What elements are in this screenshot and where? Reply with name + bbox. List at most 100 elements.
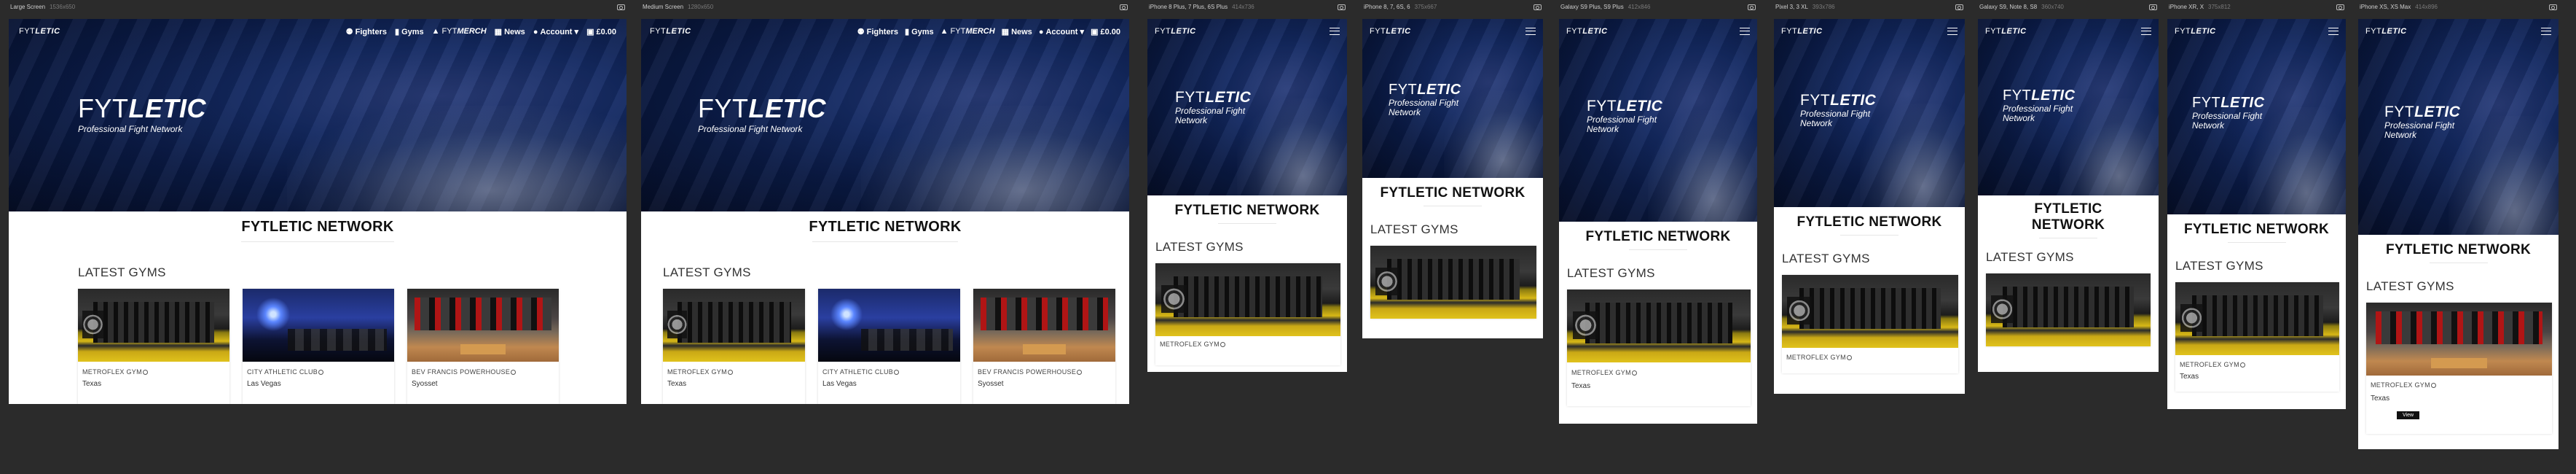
camera-icon[interactable]	[617, 4, 625, 10]
logo[interactable]: FYTLETIC	[650, 27, 691, 36]
gym-card[interactable]: METROFLEX GYM Texas	[78, 289, 229, 404]
hero-tagline: Professional Fight Network	[2003, 104, 2073, 123]
logo[interactable]: FYTLETIC	[1781, 27, 1823, 36]
frame-label: iPhone 8, 7, 6S, 6 375x667	[1364, 4, 1437, 10]
frame-label: Galaxy S9 Plus, S9 Plus 412x846	[1560, 4, 1651, 10]
latest-gyms-heading: LATEST GYMS	[1567, 266, 1655, 280]
gym-card[interactable]: BEV FRANCIS POWERHOUSE Syosset	[407, 289, 559, 404]
gym-card[interactable]: CITY ATHLETIC CLUB Las Vegas	[243, 289, 394, 404]
top-nav: FYTLETIC	[2167, 19, 2346, 44]
logo[interactable]: FYTLETIC	[2365, 27, 2407, 36]
gym-photo	[1567, 290, 1751, 362]
gym-card[interactable]: BEV FRANCIS POWERHOUSE Syosset	[973, 289, 1115, 404]
nav-links: ⚉ Fighters ▮ Gyms ▲ FYTMERCH ▦ News ● Account…	[857, 27, 1120, 36]
hero-tagline: Professional Fight Network	[1587, 114, 1657, 134]
gym-name: BEV FRANCIS POWERHOUSE	[978, 368, 1111, 376]
hamburger-menu-icon[interactable]	[2141, 28, 2151, 35]
network-title: FYTLETIC NETWORK	[2385, 242, 2531, 257]
latest-gyms-heading: LATEST GYMS	[1370, 222, 1458, 236]
hero-banner: FYTLETIC ⚉ Fighters ▮ Gyms ▲ FYTMERCH ▦ News…	[9, 19, 627, 211]
nav-fighters[interactable]: ⚉ Fighters	[346, 27, 387, 36]
fighters-icon: ⚉	[857, 27, 865, 36]
screen: FYTLETIC ⚉ Fighters ▮ Gyms ▲ FYTMERCH ▦ News…	[9, 19, 627, 404]
network-title: FYTLETIC NETWORK	[809, 219, 962, 235]
verified-icon	[318, 370, 324, 375]
gym-name: METROFLEX GYM	[2180, 361, 2335, 368]
gym-photo	[2175, 282, 2339, 355]
hero-banner: FYTLETIC FYTLETIC Professional Fight Net…	[1978, 19, 2159, 195]
gym-card[interactable]: METROFLEX GYM	[1782, 275, 1958, 373]
gym-card[interactable]: METROFLEX GYM Texas	[2175, 282, 2339, 392]
divider	[1629, 249, 1687, 250]
divider	[1840, 235, 1898, 236]
nav-fighters[interactable]: ⚉ Fighters	[857, 27, 898, 36]
nav-cart[interactable]: ▣ £0.00	[1091, 27, 1120, 36]
gym-photo	[1782, 275, 1958, 348]
nav-news[interactable]: ▦ News	[1002, 27, 1032, 36]
gym-card[interactable]: METROFLEX GYM	[1155, 263, 1340, 365]
logo[interactable]: FYTLETIC	[19, 27, 60, 36]
hero-brand: FYTLETIC Professional Fight Network	[78, 93, 206, 134]
logo[interactable]: FYTLETIC	[2175, 27, 2216, 36]
gym-name: CITY ATHLETIC CLUB	[822, 368, 956, 376]
camera-icon[interactable]	[2336, 4, 2344, 10]
hamburger-menu-icon[interactable]	[2328, 28, 2339, 35]
nav-gyms[interactable]: ▮ Gyms	[395, 27, 424, 36]
hamburger-menu-icon[interactable]	[2541, 28, 2551, 35]
merch-icon: ▲	[431, 27, 440, 36]
divider	[812, 241, 958, 242]
verified-icon	[1846, 355, 1852, 360]
camera-icon[interactable]	[1748, 4, 1756, 10]
hamburger-menu-icon[interactable]	[1947, 28, 1957, 35]
nav-account[interactable]: ● Account ▾	[1039, 27, 1084, 36]
gym-card[interactable]: METROFLEX GYM Texas View	[2366, 303, 2552, 434]
hamburger-menu-icon[interactable]	[1740, 28, 1750, 35]
gym-photo	[243, 289, 394, 362]
gym-photo	[1155, 263, 1340, 336]
gym-cards: METROFLEX GYM Texas CITY ATHLETIC CLUB L…	[78, 289, 627, 404]
hamburger-menu-icon[interactable]	[1525, 28, 1536, 35]
frame-iphone-xr: iPhone XR, X 375x812 FYTLETIC FYTLETIC Pr…	[2167, 0, 2346, 419]
hamburger-menu-icon[interactable]	[1330, 28, 1340, 35]
top-nav: FYTLETIC	[1978, 19, 2159, 44]
gym-card[interactable]	[1986, 273, 2151, 346]
screen: FYTLETIC FYTLETIC Professional Fight Net…	[1147, 19, 1347, 372]
gym-location: Texas	[2180, 373, 2199, 381]
hero-banner: FYTLETIC FYTLETIC Professional Fight Net…	[1362, 19, 1543, 178]
nav-news[interactable]: ▦ News	[495, 27, 525, 36]
camera-icon[interactable]	[2149, 4, 2157, 10]
camera-icon[interactable]	[1955, 4, 1963, 10]
gym-card[interactable]	[1370, 246, 1536, 319]
latest-gyms-heading: LATEST GYMS	[2366, 279, 2454, 293]
camera-icon[interactable]	[2549, 4, 2557, 10]
screen: FYTLETIC FYTLETIC Professional Fight Net…	[1978, 19, 2159, 372]
nav-links: ⚉ Fighters ▮ Gyms ▲ FYTMERCH ▦ News ● Account…	[346, 27, 616, 36]
gym-card[interactable]: METROFLEX GYM Texas	[663, 289, 805, 404]
frame-large-screen: Large Screen 1536x650 FYTLETIC ⚉ Fighters …	[9, 0, 627, 408]
nav-account[interactable]: ● Account ▾	[533, 27, 578, 36]
fighters-icon: ⚉	[345, 27, 353, 36]
divider	[2227, 242, 2286, 243]
gym-card[interactable]: METROFLEX GYM Texas	[1567, 290, 1751, 406]
logo[interactable]: FYTLETIC	[1370, 27, 1411, 36]
camera-icon[interactable]	[1338, 4, 1346, 10]
camera-icon[interactable]	[1534, 4, 1542, 10]
verified-icon	[2430, 383, 2436, 388]
hero-brand: FYTLETIC Professional Fight Network	[1389, 82, 1491, 117]
gym-card[interactable]: CITY ATHLETIC CLUB Las Vegas	[818, 289, 960, 404]
frame-label: iPhone XR, X 375x812	[2169, 4, 2231, 10]
gym-photo	[818, 289, 960, 362]
nav-merch[interactable]: ▲ FYTMERCH	[941, 27, 995, 36]
nav-gyms[interactable]: ▮ Gyms	[905, 27, 934, 36]
logo[interactable]: FYTLETIC	[1566, 27, 1608, 36]
nav-merch[interactable]: ▲ FYTMERCH	[432, 27, 487, 36]
chevron-down-icon: ▾	[574, 27, 579, 36]
camera-icon[interactable]	[1120, 4, 1128, 10]
gym-photo	[78, 289, 229, 362]
gym-location: Las Vegas	[247, 380, 281, 388]
nav-cart[interactable]: ▣ £0.00	[586, 27, 616, 36]
logo[interactable]: FYTLETIC	[1155, 27, 1196, 36]
view-button[interactable]: View	[2397, 411, 2420, 419]
hero-brand: FYTLETIC Professional Fight Network	[2003, 88, 2097, 123]
logo[interactable]: FYTLETIC	[1985, 27, 2027, 36]
